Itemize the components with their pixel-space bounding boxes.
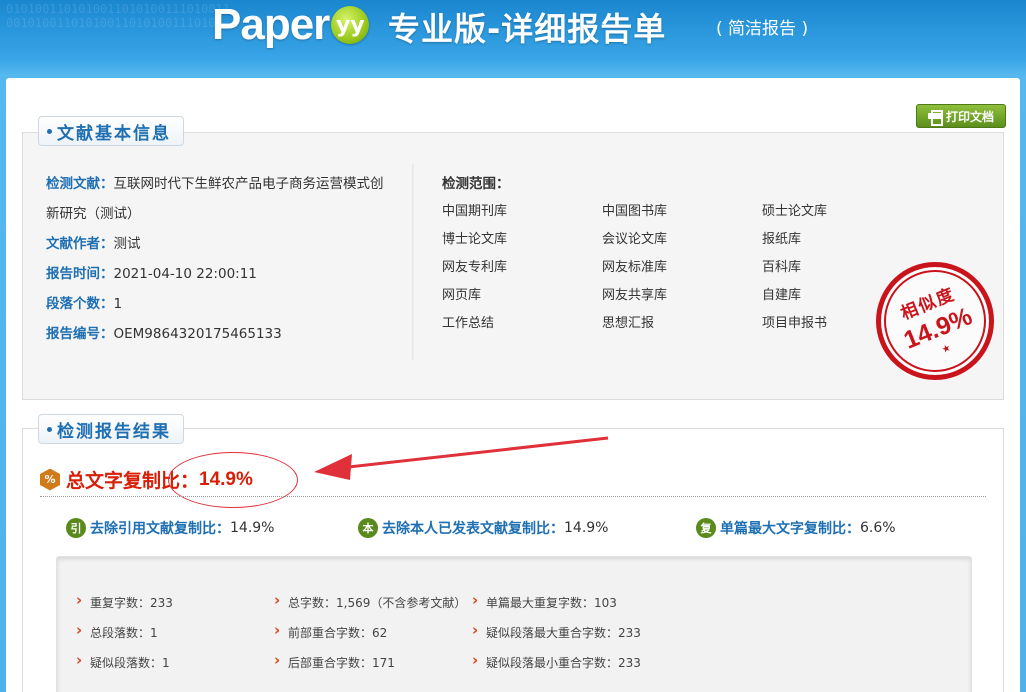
database-item: 网友标准库 [602,260,668,275]
database-item: 项目申报书 [762,316,828,331]
time-value: 2021-04-10 22:00:11 [113,266,257,282]
database-item: 博士论文库 [442,232,508,247]
printer-icon [927,110,943,126]
doc-value: 互联网时代下生鲜农产品电子商务运营模式创 [113,176,384,192]
dotted-divider [40,496,986,497]
page-title: 专业版-详细报告单 [388,10,667,48]
logo-yy-icon: yy [331,6,370,44]
report-no-value: OEM9864320175465133 [113,326,282,342]
stat-item: 单篇最大重复字数：103 [472,591,617,611]
annotation-ellipse [168,452,298,508]
results-tab: 检测报告结果 [38,414,184,444]
stat-item: 总段落数：1 [76,621,158,641]
self-published-icon: 本 [358,518,378,538]
excl-self-value: 14.9% [564,520,609,536]
info-divider [412,164,415,360]
database-item: 思想汇报 [602,316,655,331]
author-row: 文献作者：测试 [46,232,141,252]
stamp-star-icon: ★ [940,342,953,356]
basic-info-title: 文献基本信息 [57,123,171,144]
report-no-label: 报告编号： [46,326,114,342]
paragraph-count-row: 段落个数：1 [46,292,122,312]
stat-item: 疑似段落最大重合字数：233 [472,621,641,641]
database-item: 报纸库 [762,232,802,247]
single-max-label: 单篇最大文字复制比： [720,521,860,537]
bullet-dot-icon [47,128,52,134]
stat-item: 疑似段落最小重合字数：233 [472,651,641,671]
time-label: 报告时间： [46,266,114,282]
single-max-value: 6.6% [860,520,896,536]
author-label: 文献作者： [46,236,114,252]
doc-label: 检测文献： [46,176,114,192]
citation-icon: 引 [66,518,86,538]
results-title: 检测报告结果 [57,421,171,442]
basic-info-tab: 文献基本信息 [38,116,184,146]
arrow-shaft [339,436,609,470]
percent-hex-icon: % [40,468,60,491]
excl-citation-label: 去除引用文献复制比： [90,521,230,537]
database-item: 中国图书库 [602,204,668,219]
logo-text: Paper [212,0,330,49]
database-item: 自建库 [762,288,802,303]
author-value: 测试 [113,236,141,252]
stat-item: 前部重合字数：62 [274,621,387,641]
doc-value-cont: 新研究（测试） [46,206,141,222]
stat-item: 总字数：1,569（不含参考文献） [274,591,466,611]
database-item: 硕士论文库 [762,204,828,219]
database-item: 百科库 [762,260,802,275]
duplicate-icon: 复 [696,518,716,538]
database-item: 网页库 [442,288,482,303]
database-item: 网友共享库 [602,288,668,303]
database-item: 中国期刊库 [442,204,508,219]
time-row: 报告时间：2021-04-10 22:00:11 [46,262,257,282]
annotation-arrow [314,436,609,480]
print-button[interactable]: 打印文档 [916,104,1006,128]
scope-label: 检测范围： [442,176,510,192]
page-header: 0101001101010011010100111010011001010011… [0,0,1026,76]
paperyy-logo: Paper yy [212,0,370,49]
doc-title-row: 检测文献：互联网时代下生鲜农产品电子商务运营模式创 [46,172,384,192]
para-label: 段落个数： [46,296,114,312]
header-binary-decoration: 0101001101010011010100111010011001010011… [6,2,230,30]
para-value: 1 [113,296,123,312]
print-button-label: 打印文档 [945,109,994,124]
database-item: 工作总结 [442,316,495,331]
excl-self-label: 去除本人已发表文献复制比： [382,521,564,537]
database-item: 会议论文库 [602,232,668,247]
report-number-row: 报告编号：OEM9864320175465133 [46,322,282,342]
stat-item: 疑似段落数：1 [76,651,170,671]
excl-citation-value: 14.9% [230,520,275,536]
arrow-head [314,454,352,480]
excl-self-ratio: 本 去除本人已发表文献复制比： 14.9% [358,518,608,538]
page-subtitle: ( 简洁报告 ) [716,19,809,39]
single-max-ratio: 复 单篇最大文字复制比： 6.6% [696,518,896,538]
excl-citation-ratio: 引 去除引用文献复制比： 14.9% [66,518,274,538]
database-item: 网友专利库 [442,260,508,275]
stat-item: 后部重合字数：171 [274,651,395,671]
bullet-dot-icon [47,426,52,432]
stat-item: 重复字数：233 [76,591,173,611]
doc-title-row-2: 新研究（测试） [46,202,141,222]
